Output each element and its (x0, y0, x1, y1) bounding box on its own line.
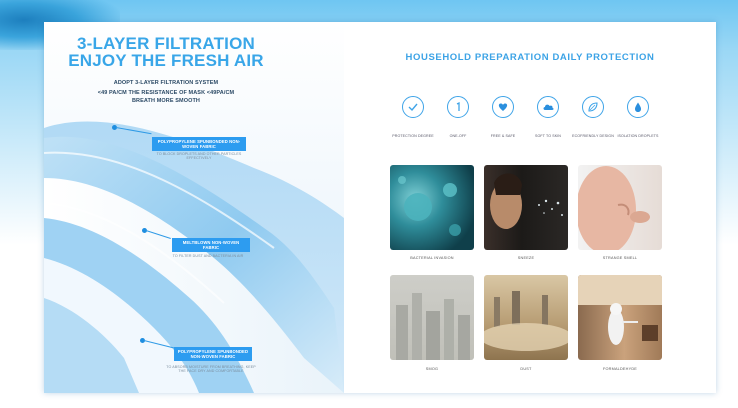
check-icon (402, 96, 424, 118)
bacteria-photo (390, 165, 474, 250)
title-line-1: 3-LAYER FILTRATION (76, 34, 255, 53)
photo-label-smell: STRANGE SMELL (602, 256, 638, 260)
icon-label-eco: ECOFRIENDLY DESIGN (572, 134, 614, 138)
one-icon (447, 96, 469, 118)
protection-heading: HOUSEHOLD PREPARATION DAILY PROTECTION (405, 52, 655, 63)
callout-outer-layer: POLYPROPYLENE SPUNBONDED NON-WOVEN FABRI… (152, 137, 246, 151)
photo-label-bacteria: BACTERIAL INVASION (410, 256, 454, 260)
icon-label-soft: SOFT TO SKIN (535, 134, 561, 138)
filtration-panel: 3-LAYER FILTRATION ENJOY THE FRESH AIR A… (44, 22, 344, 393)
photo-label-formaldehyde: FORMALDEHYDE (602, 367, 638, 371)
sneeze-photo (484, 165, 568, 250)
subtitle-resistance: <49 PA/CM THE RESISTANCE OF MASK <49PA/C… (97, 90, 235, 96)
title-line-2: ENJOY THE FRESH AIR (68, 51, 264, 70)
callout-outer-note: TO BLOCK DROPLETS AND OTHER PARTICLES EF… (156, 152, 242, 160)
dust-photo (484, 275, 568, 360)
icon-label-free-safe: FREE & SAFE (490, 134, 516, 138)
subtitle-system: ADOPT 3-LAYER FILTRATION SYSTEM (113, 80, 219, 86)
icon-label-one-off: ONE-OFF (449, 134, 467, 138)
icon-label-isolation: ISOLATION DROPLETS (617, 134, 659, 138)
cloud-icon (537, 96, 559, 118)
smog-photo (390, 275, 474, 360)
nose-photo (578, 165, 662, 250)
heart-icon (492, 96, 514, 118)
callout-inner-note: TO ABSORB MOISTURE FROM BREATHING, KEEP … (166, 365, 256, 373)
icon-label-protection: PROTECTION DEGREE (392, 134, 434, 138)
callout-middle-note: TO FILTER DUST AND BACTERIA IN AIR (172, 254, 244, 258)
disinfect-photo (578, 275, 662, 360)
photo-label-smog: SMOG (425, 367, 439, 371)
photo-label-dust: DUST (520, 367, 532, 371)
callout-middle-layer: MELTBLOWN NON-WOVEN FABRIC (172, 238, 250, 252)
poster-canvas: 3-LAYER FILTRATION ENJOY THE FRESH AIR A… (44, 22, 716, 393)
subtitle-breath: BREATH MORE SMOOTH (131, 98, 200, 104)
photo-label-sneeze: SNEEZE (517, 256, 535, 260)
drop-icon (627, 96, 649, 118)
callout-inner-layer: POLYPROPYLENE SPUNBONDED NON-WOVEN FABRI… (174, 347, 252, 361)
leaf-icon (582, 96, 604, 118)
filtration-title: 3-LAYER FILTRATION ENJOY THE FRESH AIR (66, 35, 266, 69)
